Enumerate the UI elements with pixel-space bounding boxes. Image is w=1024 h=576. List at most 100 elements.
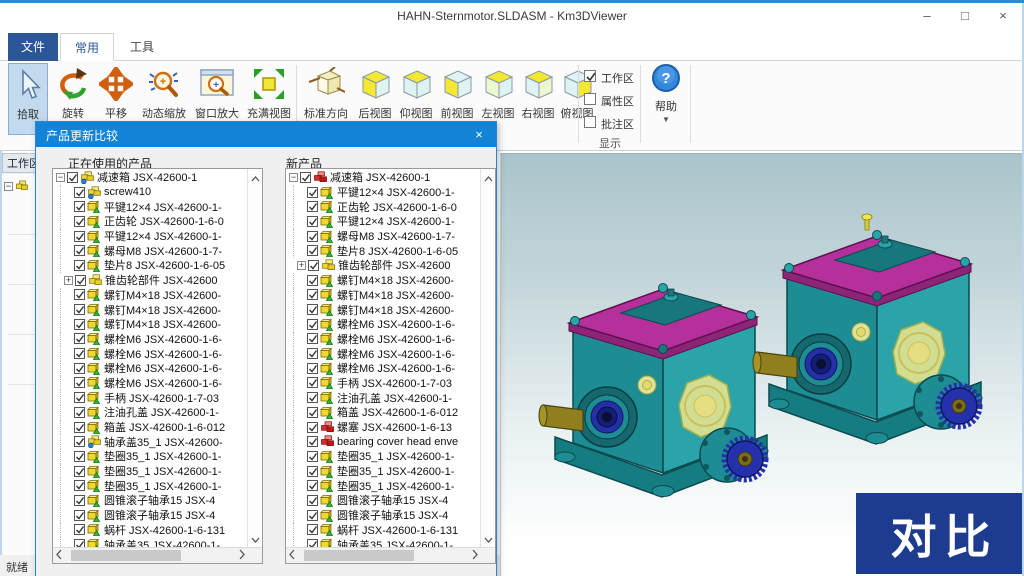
item-checkbox[interactable] (307, 495, 318, 506)
tree-expand-icon[interactable]: + (64, 276, 73, 285)
new-product-tree-item[interactable]: 螺塞 JSX-42600-1-6-13 (287, 420, 480, 435)
new-product-tree-item[interactable]: 箱盖 JSX-42600-1-6-012 (287, 405, 480, 420)
current-product-tree-item[interactable]: 螺栓M6 JSX-42600-1-6- (54, 376, 247, 391)
tab-common[interactable]: 常用 (60, 33, 114, 61)
item-checkbox[interactable] (307, 524, 318, 535)
current-product-tree[interactable]: −减速箱 JSX-42600-1screw410平键12×4 JSX-42600… (52, 168, 263, 564)
item-checkbox[interactable] (74, 201, 85, 212)
new-product-tree-item[interactable]: 圆锥滚子轴承15 JSX-4 (287, 508, 480, 523)
new-product-tree-item[interactable]: +锥齿轮部件 JSX-42600 (287, 258, 480, 273)
current-product-tree-item[interactable]: 轴承盖35 JSX-42600-1- (54, 537, 247, 547)
dialog-title-bar[interactable]: 产品更新比较 × (36, 122, 496, 147)
current-product-tree-item[interactable]: 螺栓M6 JSX-42600-1-6- (54, 346, 247, 361)
item-checkbox[interactable] (307, 407, 318, 418)
current-product-tree-item[interactable]: 垫圈35_1 JSX-42600-1- (54, 449, 247, 464)
item-checkbox[interactable] (307, 333, 318, 344)
item-checkbox[interactable] (74, 539, 85, 547)
item-checkbox[interactable] (67, 172, 78, 183)
item-checkbox[interactable] (74, 451, 85, 462)
current-product-tree-item[interactable]: 垫圈35_1 JSX-42600-1- (54, 464, 247, 479)
right-view-button[interactable]: 右视图 (519, 63, 557, 147)
item-checkbox[interactable] (307, 201, 318, 212)
item-checkbox[interactable] (307, 363, 318, 374)
item-checkbox[interactable] (300, 172, 311, 183)
current-product-tree-item[interactable]: 螺钉M4×18 JSX-42600- (54, 302, 247, 317)
item-checkbox[interactable] (307, 510, 318, 521)
vertical-scrollbar[interactable] (247, 169, 262, 548)
horizontal-scrollbar[interactable] (286, 547, 495, 563)
horizontal-scrollbar[interactable] (53, 547, 262, 563)
new-product-tree-item[interactable]: 螺栓M6 JSX-42600-1-6- (287, 317, 480, 332)
current-product-tree-item[interactable]: 垫圈35_1 JSX-42600-1- (54, 478, 247, 493)
new-product-tree-item[interactable]: 螺母M8 JSX-42600-1-7- (287, 229, 480, 244)
item-checkbox[interactable] (74, 392, 85, 403)
current-product-tree-item[interactable]: 手柄 JSX-42600-1-7-03 (54, 390, 247, 405)
item-checkbox[interactable] (307, 480, 318, 491)
item-checkbox[interactable] (74, 187, 85, 198)
annotation-checkbox-row[interactable]: 批注区 (584, 113, 640, 136)
item-checkbox[interactable] (307, 275, 318, 286)
tree-collapse-icon[interactable]: − (4, 182, 13, 191)
current-product-tree-item[interactable]: 正齿轮 JSX-42600-1-6-0 (54, 214, 247, 229)
item-checkbox[interactable] (74, 466, 85, 477)
item-checkbox[interactable] (307, 436, 318, 447)
current-product-tree-item[interactable]: 平键12×4 JSX-42600-1- (54, 199, 247, 214)
vertical-scrollbar[interactable] (480, 169, 495, 548)
current-product-tree-item[interactable]: 螺栓M6 JSX-42600-1-6- (54, 361, 247, 376)
current-product-tree-item[interactable]: 螺钉M4×18 JSX-42600- (54, 288, 247, 303)
item-checkbox[interactable] (307, 539, 318, 547)
item-checkbox[interactable] (307, 245, 318, 256)
item-checkbox[interactable] (308, 260, 319, 271)
new-product-tree-item[interactable]: 垫圈35_1 JSX-42600-1- (287, 449, 480, 464)
workspace-checkbox[interactable] (584, 70, 596, 82)
scroll-left-icon[interactable] (289, 549, 295, 563)
current-product-tree-item[interactable]: 圆锥滚子轴承15 JSX-4 (54, 493, 247, 508)
current-product-tree-item[interactable]: 垫片8 JSX-42600-1-6-05 (54, 258, 247, 273)
item-checkbox[interactable] (74, 377, 85, 388)
current-product-tree-item[interactable]: 蜗杆 JSX-42600-1-6-131 (54, 523, 247, 538)
item-checkbox[interactable] (74, 260, 85, 271)
new-product-tree-item[interactable]: 平键12×4 JSX-42600-1- (287, 214, 480, 229)
new-product-tree-item[interactable]: 圆锥滚子轴承15 JSX-4 (287, 493, 480, 508)
tree-collapse-icon[interactable]: − (289, 173, 298, 182)
close-button[interactable]: × (986, 3, 1020, 30)
properties-checkbox-row[interactable]: 属性区 (584, 90, 640, 113)
item-checkbox[interactable] (307, 289, 318, 300)
item-checkbox[interactable] (74, 216, 85, 227)
current-product-tree-item[interactable]: 圆锥滚子轴承15 JSX-4 (54, 508, 247, 523)
item-checkbox[interactable] (307, 231, 318, 242)
new-product-tree-item[interactable]: 轴承盖35 JSX-42600-1- (287, 537, 480, 547)
current-product-tree-item[interactable]: +锥齿轮部件 JSX-42600 (54, 273, 247, 288)
item-checkbox[interactable] (307, 304, 318, 315)
tree-expand-icon[interactable]: + (297, 261, 306, 270)
maximize-button[interactable]: □ (948, 3, 982, 30)
dialog-close-button[interactable]: × (468, 125, 490, 144)
item-checkbox[interactable] (74, 319, 85, 330)
new-product-tree-item[interactable]: 正齿轮 JSX-42600-1-6-0 (287, 199, 480, 214)
current-product-tree-item[interactable]: 螺母M8 JSX-42600-1-7- (54, 243, 247, 258)
scroll-right-icon[interactable] (239, 549, 245, 563)
item-checkbox[interactable] (74, 348, 85, 359)
current-product-tree-item[interactable]: screw410 (54, 185, 247, 200)
item-checkbox[interactable] (307, 319, 318, 330)
new-product-tree-item[interactable]: 注油孔盖 JSX-42600-1- (287, 390, 480, 405)
item-checkbox[interactable] (307, 377, 318, 388)
current-product-tree-item[interactable]: 螺栓M6 JSX-42600-1-6- (54, 332, 247, 347)
minimize-button[interactable]: – (910, 3, 944, 30)
new-product-tree-item[interactable]: bearing cover head enve (287, 434, 480, 449)
new-product-tree-item[interactable]: 蜗杆 JSX-42600-1-6-131 (287, 523, 480, 538)
item-checkbox[interactable] (74, 231, 85, 242)
tab-file[interactable]: 文件 (8, 33, 58, 61)
tab-tools[interactable]: 工具 (116, 33, 168, 61)
scrollbar-thumb[interactable] (71, 550, 181, 561)
item-checkbox[interactable] (307, 392, 318, 403)
item-checkbox[interactable] (74, 524, 85, 535)
viewport-3d[interactable]: 对比 (500, 153, 1024, 576)
workspace-panel-tab[interactable]: 工作区 (2, 153, 39, 173)
scroll-down-icon[interactable] (481, 532, 495, 546)
scroll-up-icon[interactable] (481, 171, 495, 185)
annotation-checkbox[interactable] (584, 116, 596, 128)
item-checkbox[interactable] (307, 216, 318, 227)
tree-collapse-icon[interactable]: − (56, 173, 65, 182)
item-checkbox[interactable] (74, 245, 85, 256)
